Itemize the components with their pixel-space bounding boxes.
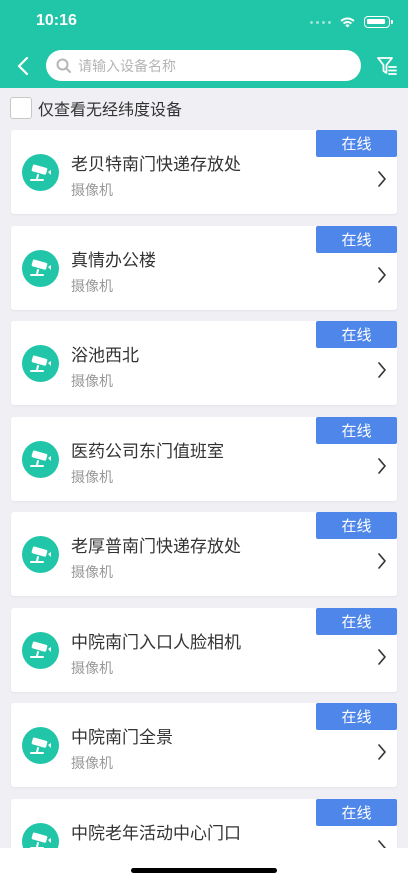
camera-icon-circle [22, 727, 59, 764]
chevron-left-icon [17, 56, 29, 76]
status-badge: 在线 [316, 416, 397, 444]
camera-icon-circle [22, 536, 59, 573]
search-input[interactable] [78, 57, 338, 74]
device-card[interactable]: 真情办公楼 摄像机 在线 [11, 225, 397, 310]
search-icon [56, 58, 71, 73]
battery-icon [364, 16, 393, 28]
device-name: 老厚普南门快递存放处 [71, 537, 241, 556]
status-badge: 在线 [316, 703, 397, 730]
device-name: 中院南门全景 [71, 728, 173, 747]
device-name: 真情办公楼 [71, 250, 156, 270]
filter-icon[interactable] [376, 55, 398, 77]
back-button[interactable] [10, 52, 36, 80]
camera-icon-circle [22, 631, 59, 669]
device-type: 摄像机 [71, 564, 113, 580]
chevron-right-icon [378, 266, 386, 283]
device-name: 医药公司东门值班室 [71, 441, 224, 461]
camera-icon [29, 450, 51, 467]
device-card[interactable]: 浴池西北 摄像机 在线 [11, 321, 397, 405]
status-badge: 在线 [316, 798, 397, 826]
chevron-right-icon [378, 457, 386, 474]
device-card[interactable]: 老厚普南门快递存放处 摄像机 在线 [11, 512, 397, 596]
wifi-icon [340, 17, 355, 28]
camera-icon-circle [22, 154, 59, 191]
device-type: 摄像机 [71, 373, 113, 389]
device-card[interactable]: 中院南门全景 摄像机 在线 [11, 703, 397, 787]
device-type: 摄像机 [71, 182, 113, 198]
device-type: 摄像机 [71, 277, 113, 294]
status-badge: 在线 [316, 607, 397, 635]
chevron-right-icon [378, 553, 386, 569]
camera-icon [29, 737, 51, 754]
device-type: 摄像机 [71, 659, 113, 676]
camera-icon-circle [22, 440, 59, 478]
device-type: 摄像机 [71, 755, 113, 771]
camera-icon [29, 546, 51, 563]
camera-icon [29, 355, 51, 372]
status-badge: 在线 [316, 130, 397, 157]
status-badge: 在线 [316, 512, 397, 539]
device-name: 浴池西北 [71, 346, 139, 365]
status-badge: 在线 [316, 225, 397, 253]
no-coordinates-filter[interactable]: 仅查看无经纬度设备 [10, 96, 182, 120]
chevron-right-icon [378, 648, 386, 665]
app-header: 10:16 [0, 0, 408, 88]
camera-icon [29, 259, 51, 276]
device-card[interactable]: 医药公司东门值班室 摄像机 在线 [11, 416, 397, 501]
device-name: 中院南门入口人脸相机 [71, 632, 241, 652]
chevron-right-icon [378, 744, 386, 760]
status-time: 10:16 [36, 12, 77, 29]
device-card[interactable]: 老贝特南门快递存放处 摄像机 在线 [11, 130, 397, 214]
camera-icon [29, 164, 51, 181]
camera-icon-circle [22, 345, 59, 382]
search-box[interactable] [46, 50, 361, 81]
home-indicator[interactable] [131, 868, 277, 873]
no-coordinates-checkbox[interactable] [10, 97, 32, 119]
camera-icon [29, 641, 51, 658]
no-coordinates-label: 仅查看无经纬度设备 [38, 102, 183, 119]
home-indicator-area [0, 848, 408, 883]
device-name: 中院老年活动中心门口 [71, 823, 241, 843]
camera-icon-circle [22, 249, 59, 287]
status-icons [310, 12, 393, 32]
chevron-right-icon [378, 171, 386, 187]
device-name: 老贝特南门快递存放处 [71, 155, 241, 174]
device-type: 摄像机 [71, 468, 113, 485]
status-badge: 在线 [316, 321, 397, 348]
signal-icon [310, 20, 331, 24]
device-list: 老贝特南门快递存放处 摄像机 在线 真情办公楼 摄像机 在线 浴池西北 摄像机 … [11, 130, 397, 883]
device-card[interactable]: 中院南门入口人脸相机 摄像机 在线 [11, 607, 397, 692]
chevron-right-icon [378, 362, 386, 378]
